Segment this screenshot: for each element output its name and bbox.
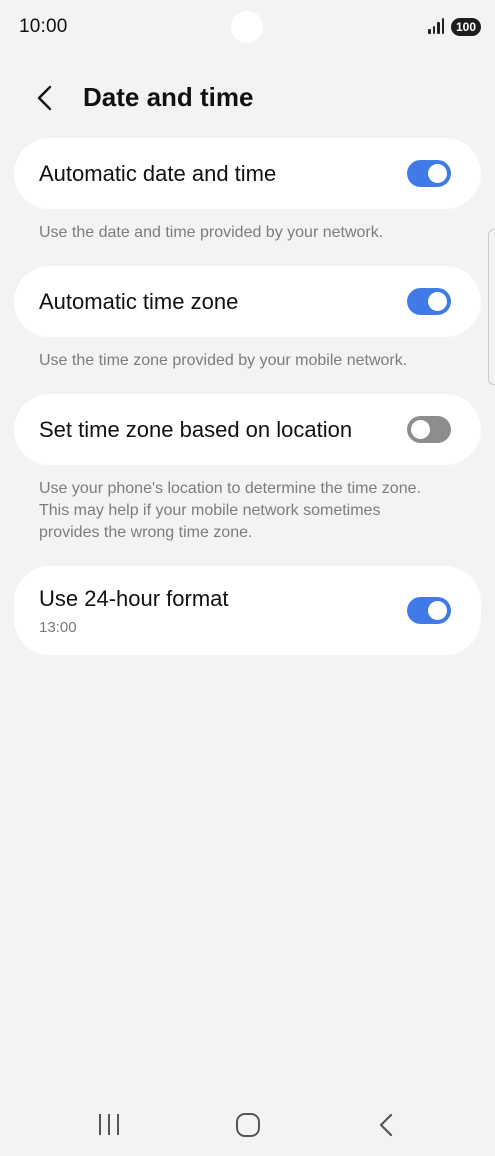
setting-description: Use your phone's location to determine t… — [39, 480, 421, 541]
automatic-date-time-toggle[interactable] — [407, 160, 451, 187]
status-bar: 10:00 100 — [0, 0, 495, 56]
page-title: Date and time — [83, 82, 254, 112]
setting-label: Use 24-hour format — [39, 586, 229, 611]
setting-description: Use the time zone provided by your mobil… — [39, 352, 408, 369]
setting-sublabel: 13:00 — [39, 619, 77, 636]
setting-automatic-time-zone[interactable]: Automatic time zone — [14, 266, 481, 337]
toggle-knob — [428, 164, 447, 183]
back-button[interactable] — [30, 78, 66, 118]
toggle-knob — [428, 601, 447, 620]
navigation-bar — [0, 1094, 495, 1156]
setting-time-zone-location[interactable]: Set time zone based on location — [14, 394, 481, 465]
setting-description: Use the date and time provided by your n… — [39, 224, 384, 241]
setting-label: Automatic time zone — [39, 289, 239, 314]
setting-label: Set time zone based on location — [39, 417, 353, 442]
battery-icon: 100 — [451, 18, 481, 36]
scroll-indicator[interactable] — [488, 229, 495, 385]
screen: 10:00 100 Date and time Automatic date a… — [0, 0, 495, 1156]
toggle-knob — [411, 420, 430, 439]
back-icon[interactable] — [377, 1112, 397, 1138]
time-zone-location-toggle[interactable] — [407, 416, 451, 443]
setting-label: Automatic date and time — [39, 161, 277, 186]
chevron-left-icon — [37, 85, 52, 111]
automatic-time-zone-toggle[interactable] — [407, 288, 451, 315]
recents-icon[interactable] — [99, 1114, 121, 1136]
signal-icon — [428, 18, 446, 34]
setting-automatic-date-time[interactable]: Automatic date and time — [14, 138, 481, 209]
24-hour-format-toggle[interactable] — [407, 597, 451, 624]
home-icon[interactable] — [236, 1113, 260, 1137]
setting-24-hour-format[interactable]: Use 24-hour format 13:00 — [14, 566, 481, 655]
toggle-knob — [428, 292, 447, 311]
header: Date and time — [0, 72, 495, 124]
status-time: 10:00 — [19, 16, 68, 37]
camera-cutout — [231, 11, 263, 43]
